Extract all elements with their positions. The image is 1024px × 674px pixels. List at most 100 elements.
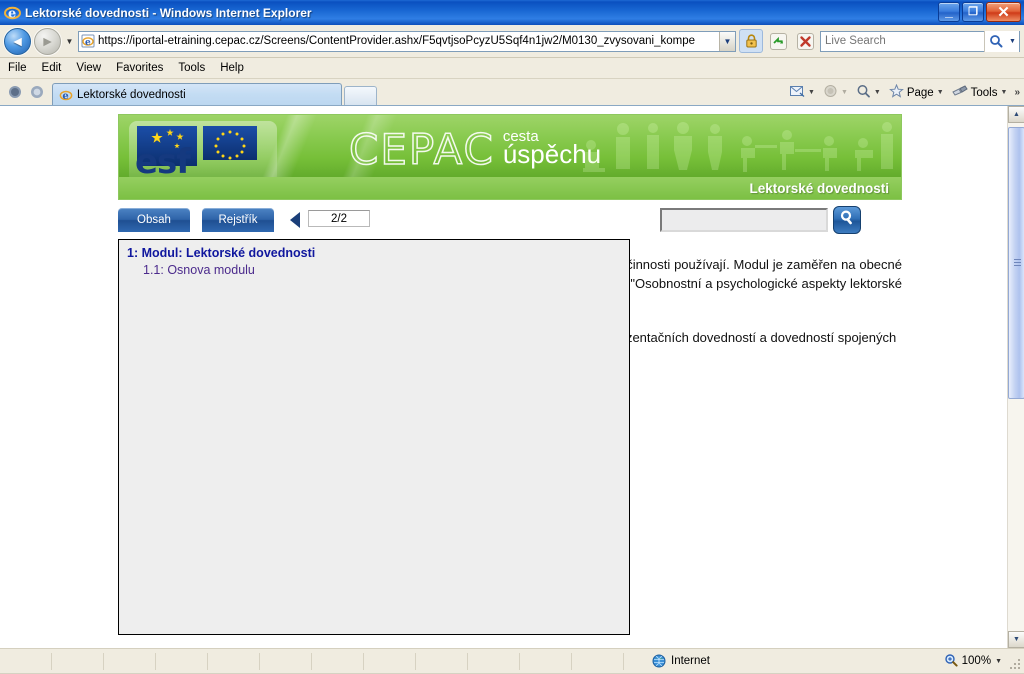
history-dropdown-icon[interactable]: ▼ bbox=[64, 37, 75, 46]
status-cell bbox=[156, 653, 208, 670]
content-search-button[interactable] bbox=[833, 206, 861, 234]
scroll-up-button[interactable]: ▲ bbox=[1008, 106, 1024, 123]
tab-favicon-icon: e bbox=[59, 88, 73, 102]
tab-obsah[interactable]: Obsah bbox=[118, 208, 190, 232]
content-search bbox=[660, 206, 861, 234]
live-search-input[interactable] bbox=[821, 34, 984, 48]
url-bar[interactable]: e https://iportal-etraining.cepac.cz/Scr… bbox=[78, 30, 736, 52]
feeds-caret-icon[interactable]: ▼ bbox=[874, 89, 881, 96]
menu-item-file[interactable]: File bbox=[8, 62, 36, 74]
banner-module-bar: Lektorské dovednosti bbox=[119, 177, 901, 199]
status-cell bbox=[520, 653, 572, 670]
status-cell bbox=[416, 653, 468, 670]
svg-text:e: e bbox=[8, 7, 16, 22]
page-menu-button[interactable]: Page ▼ bbox=[886, 82, 947, 103]
window-controls: _ ❐ ✕ bbox=[938, 2, 1021, 22]
title-bar: e Lektorské dovednosti - Windows Interne… bbox=[0, 0, 1024, 25]
tools-menu-label: Tools bbox=[970, 86, 998, 99]
status-cell bbox=[260, 653, 312, 670]
home-caret-icon[interactable]: ▼ bbox=[841, 89, 848, 96]
mail-button[interactable]: ▼ bbox=[787, 82, 818, 103]
page-content: esf CEPAC cesta úspěchu Lektorské dovedn… bbox=[118, 106, 1024, 648]
address-bar: ◄ ► ▼ e https://iportal-etraining.cepac.… bbox=[0, 25, 1024, 58]
menu-item-edit[interactable]: Edit bbox=[42, 62, 71, 74]
tab-rejstrik-label: Rejstřík bbox=[218, 214, 258, 226]
browser-tab-active[interactable]: e Lektorské dovednosti bbox=[52, 83, 342, 105]
menu-item-favorites[interactable]: Favorites bbox=[116, 62, 172, 74]
lock-icon[interactable] bbox=[739, 29, 763, 53]
new-tab-button[interactable] bbox=[344, 86, 377, 105]
zoom-icon bbox=[944, 653, 958, 670]
people-silhouettes-icon bbox=[577, 119, 897, 179]
resize-grip-icon[interactable] bbox=[1009, 658, 1021, 670]
home-button[interactable]: ▼ bbox=[820, 82, 851, 103]
stop-icon[interactable] bbox=[793, 29, 817, 53]
menu-item-tools[interactable]: Tools bbox=[178, 62, 214, 74]
url-text[interactable]: https://iportal-etraining.cepac.cz/Scree… bbox=[98, 35, 719, 47]
mail-caret-icon[interactable]: ▼ bbox=[808, 89, 815, 96]
page-star-icon bbox=[888, 83, 904, 101]
esf-logo: esf bbox=[129, 121, 277, 183]
menu-item-view[interactable]: View bbox=[76, 62, 110, 74]
tab-rejstrik[interactable]: Rejstřík bbox=[202, 208, 274, 232]
toolbar-overflow-icon[interactable]: » bbox=[1012, 87, 1020, 98]
status-cell bbox=[312, 653, 364, 670]
scrollbar-thumb[interactable] bbox=[1008, 127, 1024, 399]
refresh-icon[interactable] bbox=[766, 29, 790, 53]
url-dropdown-icon[interactable]: ▼ bbox=[719, 31, 735, 51]
feeds-button[interactable]: ▼ bbox=[853, 82, 884, 103]
page-caret-icon[interactable]: ▼ bbox=[937, 89, 944, 96]
status-cell bbox=[52, 653, 104, 670]
add-to-favorites-icon[interactable] bbox=[26, 81, 48, 103]
status-cell bbox=[0, 653, 52, 670]
page-indicator: 2/2 bbox=[308, 210, 370, 227]
tools-caret-icon[interactable]: ▼ bbox=[1001, 89, 1008, 96]
page-menu-label: Page bbox=[906, 86, 934, 99]
back-button[interactable]: ◄ bbox=[4, 27, 31, 55]
search-icon bbox=[839, 209, 856, 231]
table-of-contents-panel: 1: Modul: Lektorské dovednosti 1.1: Osno… bbox=[118, 239, 630, 635]
banner-module-title: Lektorské dovednosti bbox=[749, 180, 889, 196]
tab-bar: e Lektorské dovednosti ▼ ▼ ▼ Page ▼ Tool… bbox=[0, 79, 1024, 106]
tab-label: Lektorské dovednosti bbox=[77, 88, 186, 101]
zoom-level-label: 100% bbox=[961, 655, 992, 667]
favorites-center-icon[interactable] bbox=[4, 81, 26, 103]
toc-item-module[interactable]: 1: Modul: Lektorské dovednosti bbox=[127, 246, 621, 260]
page-viewport: esf CEPAC cesta úspěchu Lektorské dovedn… bbox=[0, 106, 1024, 648]
live-search-dropdown-icon[interactable]: ▼ bbox=[1006, 30, 1019, 52]
status-cell bbox=[572, 653, 624, 670]
mail-icon bbox=[790, 85, 805, 101]
minimize-button[interactable]: _ bbox=[938, 2, 960, 22]
close-button[interactable]: ✕ bbox=[986, 2, 1021, 22]
previous-page-icon[interactable] bbox=[290, 212, 300, 228]
scrollbar-track[interactable] bbox=[1008, 123, 1024, 631]
live-search-go-icon[interactable] bbox=[984, 30, 1006, 52]
restore-button[interactable]: ❐ bbox=[962, 2, 984, 22]
status-cell bbox=[364, 653, 416, 670]
eu-flag-icon bbox=[203, 126, 257, 160]
content-search-input[interactable] bbox=[660, 208, 828, 232]
zoom-caret-icon[interactable]: ▼ bbox=[995, 658, 1002, 665]
tab-obsah-label: Obsah bbox=[137, 214, 171, 226]
forward-button[interactable]: ► bbox=[34, 27, 61, 55]
scroll-down-button[interactable]: ▼ bbox=[1008, 631, 1024, 648]
tab-toolbar: ▼ ▼ ▼ Page ▼ Tools ▼ » bbox=[787, 82, 1020, 103]
feeds-icon bbox=[856, 84, 871, 101]
status-segments bbox=[0, 649, 624, 673]
menu-bar: File Edit View Favorites Tools Help bbox=[0, 58, 1024, 79]
home-icon bbox=[823, 84, 838, 101]
site-banner: esf CEPAC cesta úspěchu Lektorské dovedn… bbox=[118, 114, 902, 200]
security-zone[interactable]: Internet bbox=[652, 654, 710, 668]
page-scrollbar[interactable]: ▲ ▼ bbox=[1007, 106, 1024, 648]
page-left-margin bbox=[0, 106, 118, 648]
page-favicon-icon: e bbox=[81, 34, 95, 48]
live-search-box[interactable]: ▼ bbox=[820, 30, 1020, 52]
window-title: Lektorské dovednosti - Windows Internet … bbox=[25, 5, 312, 20]
menu-item-help[interactable]: Help bbox=[220, 62, 253, 74]
cepac-brand: CEPAC cesta úspěchu bbox=[348, 128, 601, 172]
esf-wordmark: esf bbox=[135, 142, 191, 182]
tools-menu-button[interactable]: Tools ▼ bbox=[949, 82, 1011, 103]
zoom-control[interactable]: 100% ▼ bbox=[944, 653, 1002, 670]
toc-item-osnova[interactable]: 1.1: Osnova modulu bbox=[143, 263, 621, 277]
internet-explorer-icon: e bbox=[4, 4, 21, 21]
